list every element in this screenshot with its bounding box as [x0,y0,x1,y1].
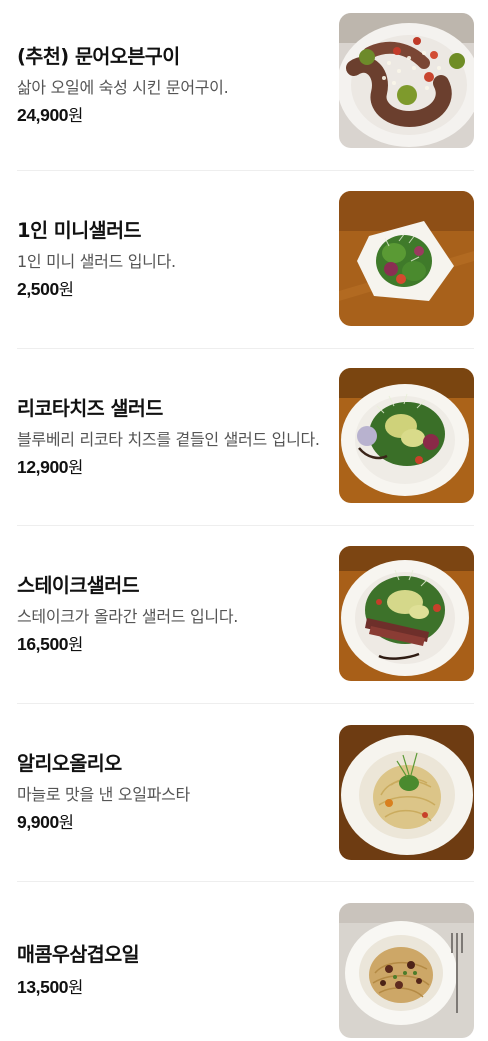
price-value: 16,500 [17,634,69,654]
menu-item-name: (추천) 문어오븐구이 [17,44,180,68]
menu-item-price: 9,900원 [17,811,322,834]
menu-item-price: 12,900원 [17,456,322,479]
menu-item-spicy-beef-oil[interactable]: 매콤우삼겹오일 13,500원 [0,882,488,1041]
menu-item-image-spicy-beef-oil[interactable] [339,903,474,1038]
price-currency: 원 [68,635,83,654]
menu-item-image-mini-salad[interactable] [339,191,474,326]
aglio-olio-image [339,725,474,860]
menu-item-price: 2,500원 [17,278,322,301]
menu-item-mini-salad[interactable]: 1인 미니샐러드 1인 미니 샐러드 입니다. 2,500원 [0,171,488,348]
menu-item-text: 리코타치즈 샐러드 블루베리 리코타 치즈를 곁들인 샐러드 입니다. 12,9… [17,349,322,525]
price-value: 9,900 [17,812,59,832]
price-currency: 원 [68,978,83,997]
menu-item-name: 1인 미니샐러드 [17,219,142,242]
ricotta-salad-image [339,368,474,503]
menu-item-text: 알리오올리오 마늘로 맛을 낸 오일파스타 9,900원 [17,704,322,881]
spicy-beef-oil-image [339,903,474,1038]
menu-item-octopus[interactable]: (추천) 문어오븐구이 삶아 오일에 숙성 시킨 문어구이. 24,900원 [0,0,488,170]
price-currency: 원 [58,280,74,299]
menu-item-description: 삶아 오일에 숙성 시킨 문어구이. [17,77,229,97]
steak-salad-image [339,546,474,681]
menu-item-text: 스테이크샐러드 스테이크가 올라간 샐러드 입니다. 16,500원 [17,526,322,703]
menu-item-name: 알리오올리오 [17,752,122,775]
price-currency: 원 [58,813,74,832]
price-currency: 원 [68,105,83,125]
price-currency: 원 [68,457,83,477]
menu-item-name: 리코타치즈 샐러드 [17,396,163,420]
menu-item-image-aglio-olio[interactable] [339,725,474,860]
menu-item-image-ricotta-salad[interactable] [339,368,474,503]
menu-item-price: 16,500원 [17,633,322,656]
price-value: 24,900 [17,104,69,125]
menu-item-price: 24,900원 [17,104,322,127]
menu-item-steak-salad[interactable]: 스테이크샐러드 스테이크가 올라간 샐러드 입니다. 16,500원 [0,526,488,703]
mini-salad-image [339,191,474,326]
price-value: 12,900 [17,456,69,477]
menu-item-text: (추천) 문어오븐구이 삶아 오일에 숙성 시킨 문어구이. 24,900원 [17,0,322,170]
menu-item-price: 13,500원 [17,976,322,999]
menu-item-ricotta-salad[interactable]: 리코타치즈 샐러드 블루베리 리코타 치즈를 곁들인 샐러드 입니다. 12,9… [0,349,488,525]
menu-item-description: 스테이크가 올라간 샐러드 입니다. [17,607,239,626]
menu-item-description: 마늘로 맛을 낸 오일파스타 [17,785,190,804]
menu-item-text: 1인 미니샐러드 1인 미니 샐러드 입니다. 2,500원 [17,171,322,348]
menu-item-name: 매콤우삼겹오일 [17,943,140,966]
menu-list: (추천) 문어오븐구이 삶아 오일에 숙성 시킨 문어구이. 24,900원 1… [0,0,488,1041]
price-value: 2,500 [17,279,59,299]
menu-item-description: 블루베리 리코타 치즈를 곁들인 샐러드 입니다. [17,429,320,449]
octopus-dish-image [339,13,474,148]
menu-item-description: 1인 미니 샐러드 입니다. [17,252,176,271]
menu-item-image-octopus[interactable] [339,13,474,148]
menu-item-name: 스테이크샐러드 [17,574,140,597]
menu-item-text: 매콤우삼겹오일 13,500원 [17,882,322,1041]
menu-item-image-steak-salad[interactable] [339,546,474,681]
price-value: 13,500 [17,977,69,997]
menu-item-aglio-olio[interactable]: 알리오올리오 마늘로 맛을 낸 오일파스타 9,900원 [0,704,488,881]
